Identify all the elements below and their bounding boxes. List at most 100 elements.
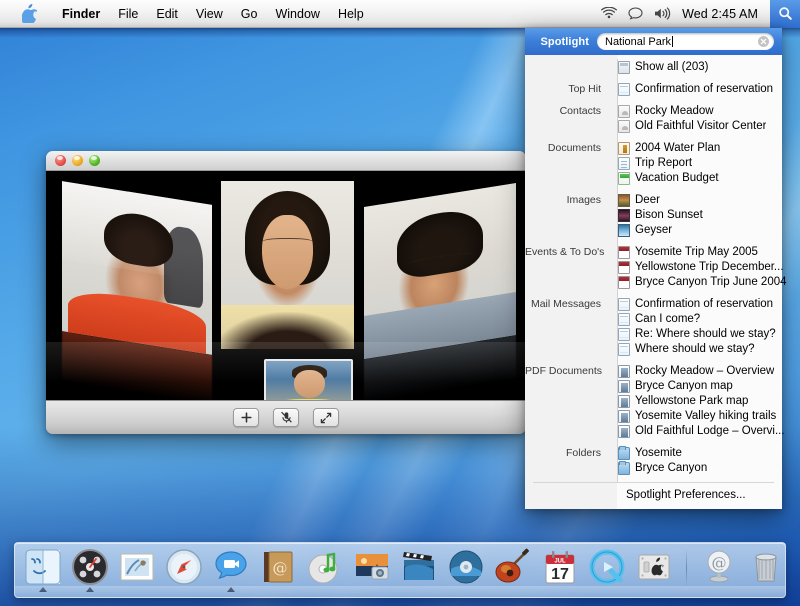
list-item[interactable]: Old Faithful Visitor Center bbox=[617, 119, 782, 134]
safari-icon bbox=[164, 547, 204, 587]
apple-logo-icon[interactable] bbox=[22, 4, 37, 23]
menu-bar-status-area: Wed 2:45 AM bbox=[601, 0, 800, 27]
spotlight-search-field[interactable]: National Park bbox=[597, 33, 774, 50]
list-item[interactable]: Re: Where should we stay? bbox=[617, 327, 782, 342]
list-item[interactable]: Rocky Meadow bbox=[617, 104, 782, 119]
list-item[interactable]: Show all (203) bbox=[617, 60, 782, 75]
dock-item-garageband[interactable] bbox=[491, 541, 535, 593]
list-item[interactable]: Where should we stay? bbox=[617, 342, 782, 357]
list-item[interactable]: Yosemite Valley hiking trails bbox=[617, 409, 785, 424]
menu-item-finder[interactable]: Finder bbox=[53, 4, 109, 24]
dock-item-quicktime[interactable] bbox=[585, 541, 629, 593]
contact-card-icon bbox=[618, 120, 630, 133]
ichat-title-bar[interactable] bbox=[46, 151, 526, 171]
volume-icon[interactable] bbox=[654, 7, 671, 20]
svg-text:@: @ bbox=[273, 559, 288, 577]
spotlight-preferences-item[interactable]: Spotlight Preferences... bbox=[525, 488, 782, 503]
list-item[interactable]: Bryce Canyon bbox=[617, 461, 782, 476]
dock-app-icons: @ bbox=[21, 543, 788, 597]
list-item[interactable]: Old Faithful Lodge – Overvi... bbox=[617, 424, 785, 439]
dock-item-imovie[interactable] bbox=[397, 541, 441, 593]
dock-item-system-preferences[interactable] bbox=[632, 541, 676, 593]
full-screen-button[interactable] bbox=[313, 408, 339, 427]
spacer bbox=[525, 238, 782, 245]
dock-item-idvd[interactable] bbox=[444, 541, 488, 593]
menu-item-view[interactable]: View bbox=[187, 4, 232, 24]
dock-item-safari[interactable] bbox=[162, 541, 206, 593]
dock-item-ical[interactable]: JUL 17 bbox=[538, 541, 582, 593]
list-item[interactable]: Bryce Canyon Trip June 2004 bbox=[617, 275, 787, 290]
video-center-face bbox=[262, 215, 313, 289]
menu-item-window[interactable]: Window bbox=[266, 4, 328, 24]
show-all-icon bbox=[618, 61, 630, 74]
airport-wifi-icon[interactable] bbox=[601, 7, 617, 20]
list-item-label: Geyser bbox=[635, 223, 672, 238]
running-indicator bbox=[39, 587, 47, 592]
list-item[interactable]: Trip Report bbox=[617, 156, 782, 171]
spotlight-panel[interactable]: Spotlight National Park Show all (203) bbox=[525, 28, 782, 509]
list-item[interactable]: Bryce Canyon map bbox=[617, 379, 785, 394]
list-item[interactable]: Yellowstone Trip December... bbox=[617, 260, 787, 275]
list-item[interactable]: Confirmation of reservation bbox=[617, 297, 782, 312]
dock-item-finder[interactable] bbox=[21, 541, 65, 593]
dock-item-trash[interactable] bbox=[744, 541, 788, 593]
spotlight-query-text: National Park bbox=[605, 36, 758, 48]
list-item[interactable]: Yosemite bbox=[617, 446, 782, 461]
menu-item-edit[interactable]: Edit bbox=[147, 4, 187, 24]
video-center-shoulders bbox=[221, 312, 354, 349]
ichat-bubble-icon[interactable] bbox=[628, 7, 643, 20]
list-item[interactable]: Confirmation of reservation bbox=[617, 82, 782, 97]
add-participant-button[interactable] bbox=[233, 408, 259, 427]
list-item[interactable]: Yosemite Trip May 2005 bbox=[617, 245, 787, 260]
contact-card-icon bbox=[618, 105, 630, 118]
spotlight-search-icon[interactable] bbox=[770, 0, 800, 28]
ical-month-text: JUL bbox=[554, 558, 566, 564]
spotlight-category-label: Top Hit bbox=[525, 82, 609, 97]
list-item[interactable]: Deer bbox=[617, 193, 782, 208]
spacer bbox=[525, 97, 782, 104]
pdf-document-icon bbox=[618, 425, 630, 438]
spotlight-category-label: PDF Documents bbox=[525, 364, 609, 379]
dot-mac-icon: @ bbox=[699, 547, 739, 587]
dock-item-dashboard[interactable] bbox=[68, 541, 112, 593]
list-item[interactable]: Yellowstone Park map bbox=[617, 394, 785, 409]
dock-item-iphoto[interactable] bbox=[350, 541, 394, 593]
list-item-label: Rocky Meadow bbox=[635, 104, 714, 119]
spotlight-group-items: Rocky Meadow – Overview Bryce Canyon map… bbox=[609, 364, 785, 439]
running-indicator bbox=[227, 587, 235, 592]
list-item[interactable]: 2004 Water Plan bbox=[617, 141, 782, 156]
spotlight-label: Spotlight bbox=[525, 36, 597, 48]
spotlight-group-folders: Folders Yosemite Bryce Canyon bbox=[525, 446, 782, 476]
spotlight-group-contacts: Contacts Rocky Meadow Old Faithful Visit… bbox=[525, 104, 782, 134]
dock-item-dot-mac[interactable]: @ bbox=[697, 541, 741, 593]
zoom-button[interactable] bbox=[89, 155, 100, 166]
video-conference-area bbox=[46, 171, 526, 400]
list-item[interactable]: Rocky Meadow – Overview bbox=[617, 364, 785, 379]
image-thumbnail-icon bbox=[618, 224, 630, 237]
mute-microphone-button[interactable] bbox=[273, 408, 299, 427]
list-item[interactable]: Vacation Budget bbox=[617, 171, 782, 186]
self-view-thumbnail[interactable] bbox=[264, 359, 353, 400]
close-button[interactable] bbox=[55, 155, 66, 166]
dock-item-address-book[interactable]: @ bbox=[256, 541, 300, 593]
ichat-av-window[interactable] bbox=[46, 151, 526, 434]
clear-field-icon[interactable] bbox=[758, 36, 769, 47]
pdf-document-icon bbox=[618, 410, 630, 423]
menu-item-file[interactable]: File bbox=[109, 4, 147, 24]
trash-icon bbox=[746, 547, 786, 587]
menu-item-help[interactable]: Help bbox=[329, 4, 373, 24]
menu-item-go[interactable]: Go bbox=[232, 4, 267, 24]
dock-item-mail[interactable] bbox=[115, 541, 159, 593]
window-controls bbox=[55, 155, 100, 166]
list-item[interactable]: Can I come? bbox=[617, 312, 782, 327]
list-item[interactable]: Geyser bbox=[617, 223, 782, 238]
iphoto-icon bbox=[352, 547, 392, 587]
dock: @ bbox=[14, 542, 786, 598]
minimize-button[interactable] bbox=[72, 155, 83, 166]
dock-item-itunes[interactable] bbox=[303, 541, 347, 593]
list-item-label: Bryce Canyon bbox=[635, 461, 707, 476]
list-item[interactable]: Bison Sunset bbox=[617, 208, 782, 223]
dock-item-ichat[interactable] bbox=[209, 541, 253, 593]
video-center-glasses bbox=[260, 238, 316, 250]
menu-bar-clock[interactable]: Wed 2:45 AM bbox=[682, 7, 758, 21]
